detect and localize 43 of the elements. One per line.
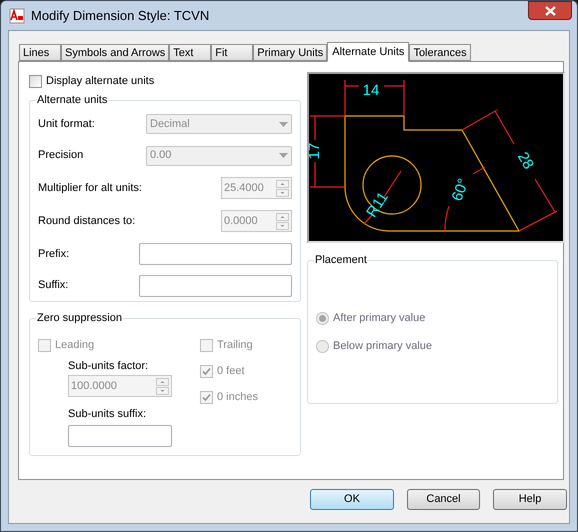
dialog-button[interactable]: Help (493, 489, 567, 510)
close-icon (544, 6, 556, 16)
field-label: Round distances to: (38, 214, 136, 229)
checkbox-label: Leading (55, 338, 94, 354)
dimension-text: 17 (309, 142, 323, 160)
checkbox-label: 0 inches (217, 390, 258, 406)
app-icon (9, 8, 25, 24)
window-title: Modify Dimension Style: TCVN (31, 6, 210, 25)
checkbox[interactable] (29, 74, 42, 88)
tab[interactable]: Lines (19, 44, 61, 61)
field-label: Unit format: (38, 116, 95, 132)
dialog-button[interactable]: OK (310, 489, 394, 510)
dimension-text: 60° (448, 176, 472, 204)
text-field[interactable] (139, 274, 292, 296)
radio-label: Below primary value (333, 339, 432, 354)
caret-icon (279, 122, 288, 126)
checkbox-label: 0 feet (217, 364, 245, 380)
group-title: Alternate units (36, 93, 108, 108)
tab[interactable]: Symbols and Arrows (61, 44, 170, 61)
tab[interactable]: Fit (211, 44, 254, 61)
group-title: Zero suppression (36, 311, 123, 326)
text-field[interactable] (68, 424, 172, 446)
dimension-text: R11 (363, 189, 392, 220)
dimension-text: 28 (514, 149, 537, 172)
tab[interactable]: Text (169, 44, 212, 61)
field-label: Sub-units suffix: (68, 407, 148, 422)
radio-label: After primary value (333, 311, 426, 326)
close-button[interactable] (528, 1, 572, 20)
field-label: Prefix: (38, 246, 70, 262)
tab[interactable]: Primary Units (253, 44, 328, 61)
caret-icon (279, 153, 288, 158)
checkbox-label: Display alternate units (46, 74, 154, 89)
text-field[interactable] (139, 243, 292, 265)
field-label: Precision (38, 148, 84, 164)
field-label: Sub-units factor: (68, 358, 150, 374)
field-label: Suffix: (38, 278, 68, 294)
dimension-text: 14 (362, 82, 380, 99)
dialog-button[interactable]: Cancel (407, 489, 480, 510)
tab[interactable]: Tolerances (409, 44, 471, 61)
checkbox-label: Trailing (217, 338, 253, 354)
group-title: Placement (314, 253, 368, 268)
tab[interactable]: Alternate Units (327, 42, 410, 62)
field-label: Multiplier for alt units: (38, 180, 142, 196)
